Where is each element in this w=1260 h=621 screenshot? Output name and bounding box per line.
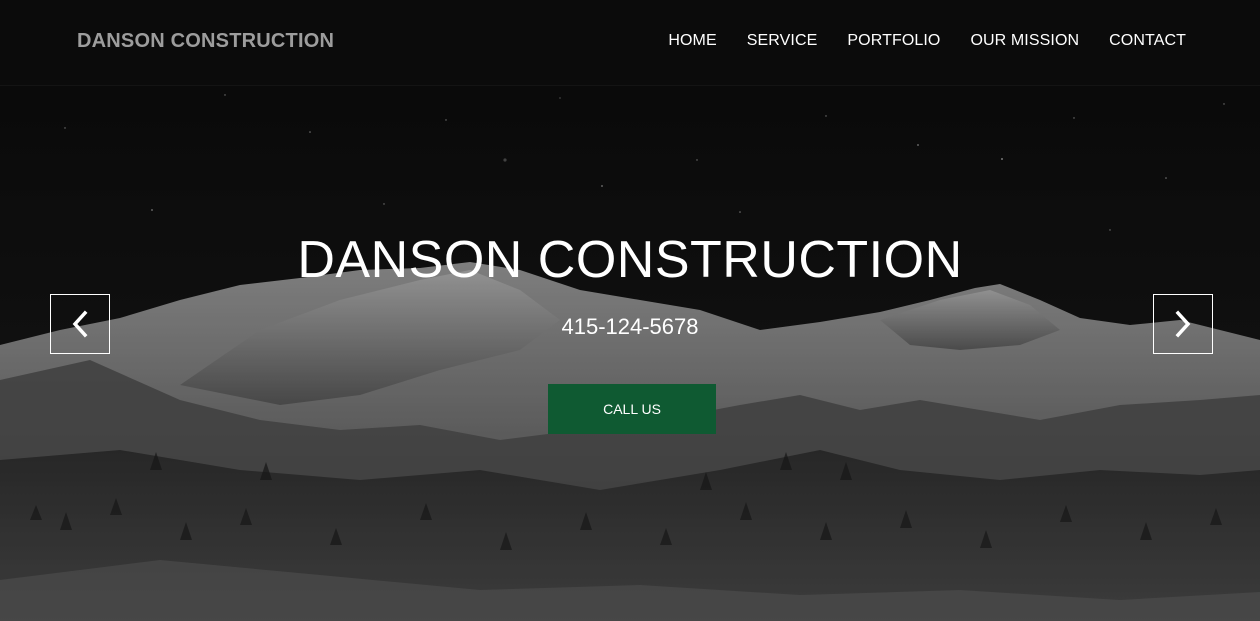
brand-logo-link[interactable]: DANSON CONSTRUCTION [77, 30, 334, 53]
nav-link-our-mission[interactable]: OUR MISSION [970, 32, 1079, 50]
carousel-next-button[interactable] [1153, 294, 1213, 354]
carousel-prev-button[interactable] [50, 294, 110, 354]
nav-link-home[interactable]: HOME [668, 32, 716, 50]
call-us-button[interactable]: CALL US [548, 384, 716, 434]
nav-link-portfolio[interactable]: PORTFOLIO [847, 32, 940, 50]
hero-title: DANSON CONSTRUCTION [297, 231, 963, 289]
chevron-left-icon [72, 310, 88, 338]
hero-banner: DANSON CONSTRUCTION 415-124-5678 CALL US [0, 0, 1260, 621]
top-navbar: DANSON CONSTRUCTION HOME SERVICE PORTFOL… [0, 0, 1260, 86]
hero-phone-number: 415-124-5678 [561, 314, 699, 339]
mountain-background-image [0, 0, 1260, 621]
nav-link-service[interactable]: SERVICE [747, 32, 818, 50]
nav-menu: HOME SERVICE PORTFOLIO OUR MISSION CONTA… [638, 32, 1186, 50]
nav-link-contact[interactable]: CONTACT [1109, 32, 1186, 50]
chevron-right-icon [1175, 310, 1191, 338]
